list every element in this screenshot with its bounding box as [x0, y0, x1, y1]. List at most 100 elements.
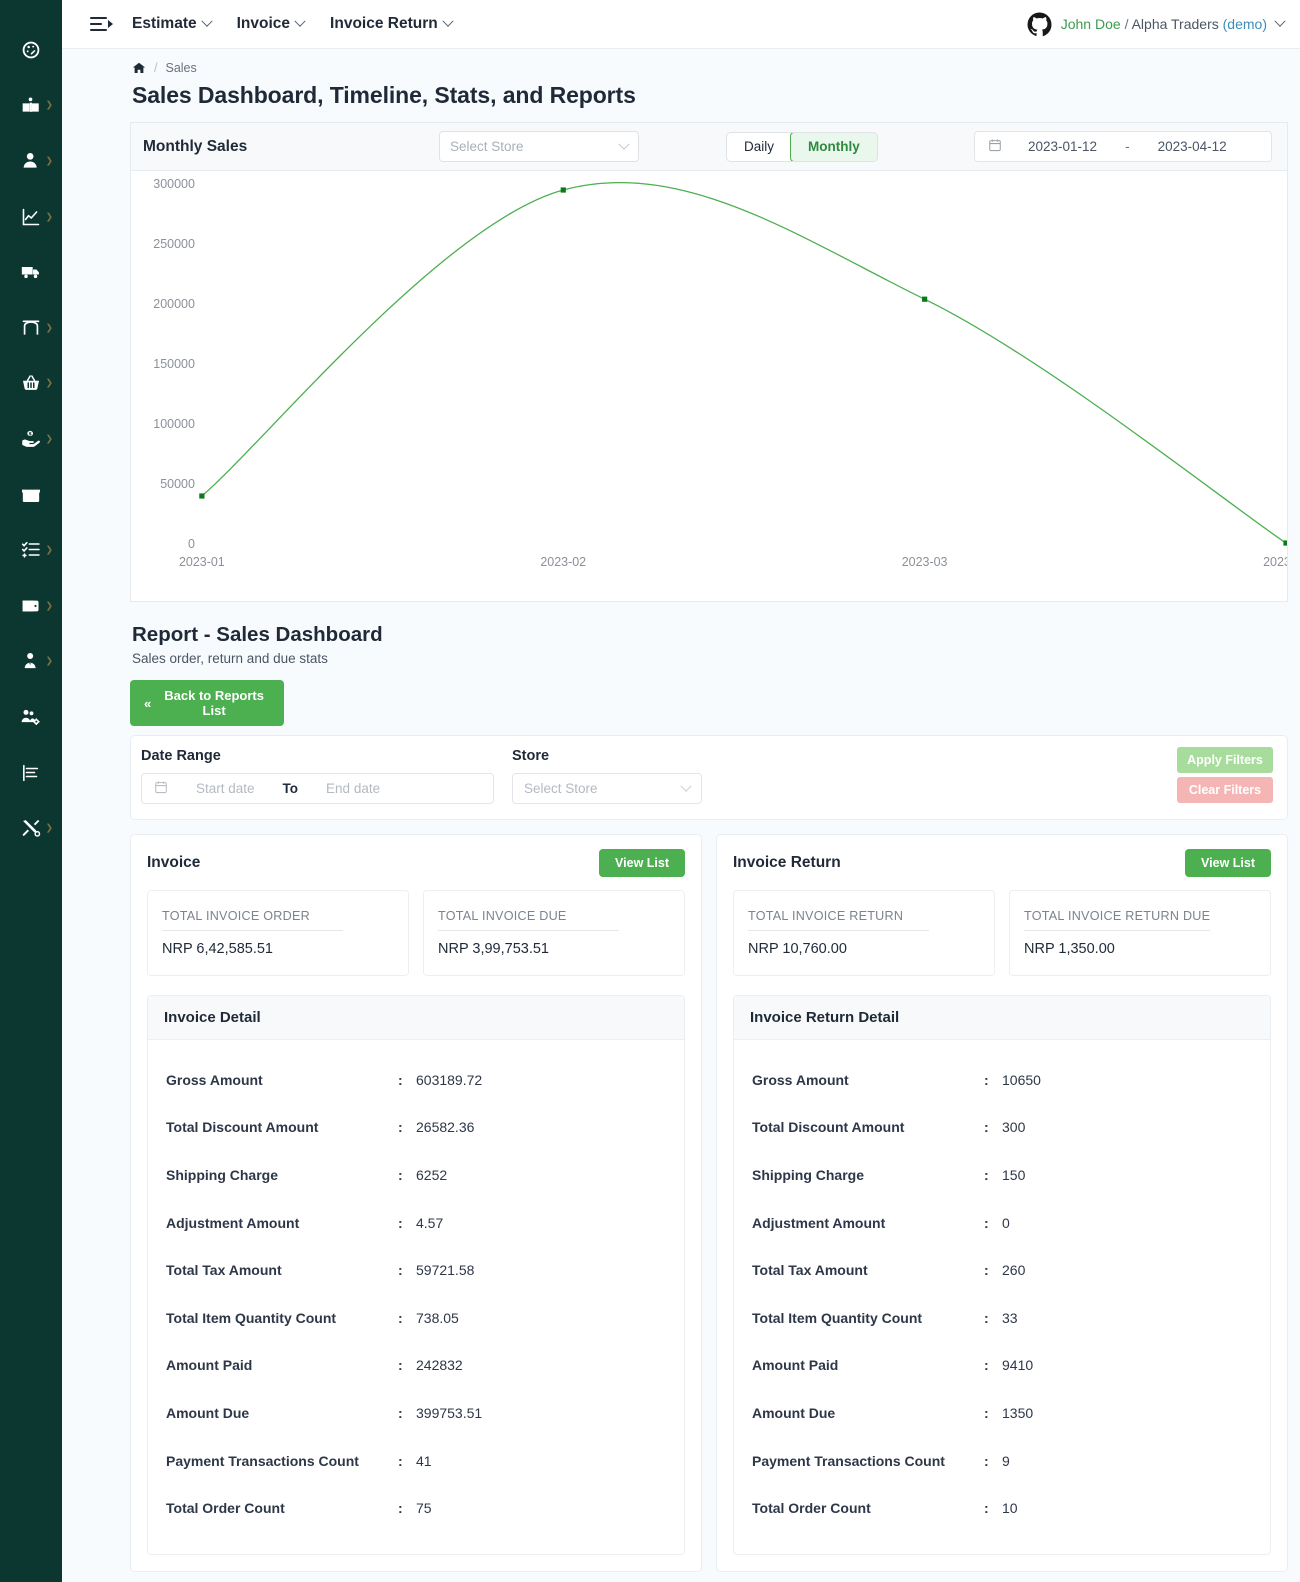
nav-item-estimate[interactable]: Estimate: [132, 15, 213, 33]
tab-monthly[interactable]: Monthly: [790, 132, 877, 161]
detail-colon: :: [984, 1262, 989, 1279]
invoice-detail-title: Invoice Detail: [148, 996, 684, 1040]
invoice-return-view-list-button[interactable]: View List: [1185, 849, 1271, 877]
detail-label: Adjustment Amount: [166, 1214, 300, 1231]
date-range-group: Date Range Start date To End date: [141, 748, 494, 804]
detail-colon: :: [398, 1119, 403, 1136]
detail-row: Total Item Quantity Count:738.05: [148, 1294, 684, 1342]
invoice-panel-header: Invoice View List: [147, 849, 685, 877]
chart-y-tick: 200000: [153, 297, 195, 311]
detail-row: Adjustment Amount:0: [734, 1199, 1270, 1247]
calendar-icon: [154, 780, 168, 797]
sidebar-item-sales-analytics[interactable]: ❯: [0, 189, 62, 245]
wallet-icon: [21, 596, 41, 616]
sidebar-item-settings[interactable]: ❯: [0, 800, 62, 856]
truck-icon: [21, 262, 41, 282]
detail-row: Amount Due:1350: [734, 1389, 1270, 1437]
detail-colon: :: [984, 1214, 989, 1231]
detail-row: Gross Amount:10650: [734, 1056, 1270, 1104]
sales-line-chart[interactable]: 0 50000 100000 150000 200000 250000 300000 202…: [131, 171, 1287, 601]
stat-card-total-invoice-order: TOTAL INVOICE ORDER NRP 6,42,585.51: [147, 890, 409, 976]
clear-filters-button[interactable]: Clear Filters: [1177, 777, 1273, 803]
invoice-panel: Invoice View List TOTAL INVOICE ORDER NR…: [130, 834, 702, 1572]
stat-label: TOTAL INVOICE DUE: [438, 909, 619, 931]
chart-date-range[interactable]: 2023-01-12 - 2023-04-12: [974, 131, 1272, 162]
chevron-down-icon: [680, 780, 692, 792]
invoice-stat-row: TOTAL INVOICE ORDER NRP 6,42,585.51 TOTA…: [147, 890, 685, 976]
detail-value: 260: [1002, 1262, 1026, 1279]
user-org: Alpha Traders: [1131, 16, 1219, 32]
sidebar-item-customer[interactable]: ❯: [0, 133, 62, 189]
sidebar-item-user-management[interactable]: [0, 689, 62, 745]
sidebar-item-shipping[interactable]: [0, 244, 62, 300]
user-name: John Doe: [1060, 16, 1121, 32]
stat-label: TOTAL INVOICE ORDER: [162, 909, 343, 931]
invoice-return-panel-header: Invoice Return View List: [733, 849, 1271, 877]
sidebar-item-payments[interactable]: ❯: [0, 411, 62, 467]
sidebar-item-catalog[interactable]: ❯: [0, 78, 62, 134]
detail-value: 59721.58: [416, 1262, 475, 1279]
chevron-right-icon: ❯: [45, 600, 53, 611]
detail-row: Total Tax Amount:59721.58: [148, 1246, 684, 1294]
detail-row: Amount Paid:9410: [734, 1342, 1270, 1390]
sidebar-item-store[interactable]: ❯: [0, 300, 62, 356]
store-group: Store Select Store: [512, 748, 702, 804]
sidebar-item-wallet[interactable]: ❯: [0, 578, 62, 634]
detail-row: Shipping Charge:6252: [148, 1151, 684, 1199]
stat-value: NRP 1,350.00: [1024, 941, 1115, 957]
detail-row: Total Order Count:75: [148, 1484, 684, 1532]
detail-value: 9: [1002, 1452, 1010, 1469]
stat-card-total-invoice-due: TOTAL INVOICE DUE NRP 3,99,753.51: [423, 890, 685, 976]
nav-item-invoice[interactable]: Invoice: [236, 15, 306, 33]
apply-filters-button[interactable]: Apply Filters: [1177, 747, 1273, 773]
chevron-down-icon: [200, 15, 213, 27]
stat-label: TOTAL INVOICE RETURN DUE: [1024, 909, 1211, 931]
detail-colon: :: [398, 1071, 403, 1088]
nav-item-invoice-return[interactable]: Invoice Return: [330, 15, 454, 33]
chart-date-end: 2023-04-12: [1157, 139, 1227, 154]
sidebar-item-dashboard[interactable]: [0, 22, 62, 78]
user-icon: [21, 151, 41, 171]
chart-store-select[interactable]: Select Store: [439, 131, 639, 162]
chart-line-series: [201, 181, 1287, 544]
chart-data-point[interactable]: [199, 493, 205, 499]
invoice-view-list-button[interactable]: View List: [599, 849, 685, 877]
date-range-input[interactable]: Start date To End date: [141, 773, 494, 804]
sidebar-item-employees[interactable]: ❯: [0, 634, 62, 690]
chart-data-point[interactable]: [560, 187, 566, 193]
sidebar-item-inventory[interactable]: [0, 467, 62, 523]
chevron-down-icon: [294, 15, 306, 27]
store-select[interactable]: Select Store: [512, 773, 702, 804]
stat-card-total-invoice-return-due: TOTAL INVOICE RETURN DUE NRP 1,350.00: [1009, 890, 1271, 976]
tab-daily[interactable]: Daily: [727, 133, 791, 161]
detail-colon: :: [398, 1262, 403, 1279]
sidebar-item-purchase[interactable]: ❯: [0, 356, 62, 412]
invoice-return-panel-title: Invoice Return: [733, 854, 841, 871]
speedometer-icon: [21, 40, 41, 60]
user-menu[interactable]: John Doe / Alpha Traders (demo): [1027, 12, 1286, 37]
sidebar-item-tasks[interactable]: ❯: [0, 522, 62, 578]
chart-y-tick: 150000: [153, 357, 195, 371]
hamburger-collapse-icon[interactable]: [90, 16, 113, 32]
chart-date-separator: -: [1125, 139, 1130, 154]
chart-data-point[interactable]: [922, 296, 928, 302]
box-icon: [21, 485, 41, 505]
chart-data-point[interactable]: [1283, 540, 1287, 546]
detail-colon: :: [398, 1500, 403, 1517]
detail-row: Payment Transactions Count:9: [734, 1437, 1270, 1485]
detail-label: Adjustment Amount: [752, 1214, 886, 1231]
home-icon[interactable]: [132, 61, 146, 75]
chevron-down-icon[interactable]: [1274, 15, 1286, 27]
open-book-icon: [21, 95, 41, 115]
detail-colon: :: [984, 1071, 989, 1088]
page-title: Sales Dashboard, Timeline, Stats, and Re…: [132, 82, 636, 108]
detail-value: 10650: [1002, 1071, 1041, 1088]
chart-x-tick: 2023-03: [902, 555, 948, 569]
chart-y-tick: 100000: [153, 417, 195, 431]
detail-value: 26582.36: [416, 1119, 475, 1136]
back-to-reports-list-button[interactable]: « Back to Reports List: [130, 680, 284, 726]
stat-value: NRP 10,760.00: [748, 941, 847, 957]
sidebar: ❯ ❯ ❯ ❯ ❯ ❯ ❯ ❯ ❯ ❯: [0, 0, 62, 1582]
sidebar-item-reports[interactable]: [0, 745, 62, 801]
nav-label-invoice: Invoice: [236, 15, 291, 32]
